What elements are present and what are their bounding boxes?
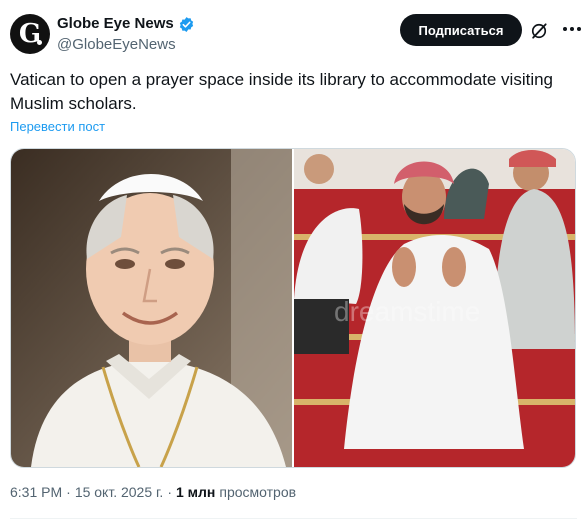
media-grid: dreamstime bbox=[10, 148, 576, 468]
post-text: Vatican to open a prayer space inside it… bbox=[10, 70, 554, 113]
subscribe-button[interactable]: Подписаться bbox=[400, 14, 522, 46]
svg-text:dreamstime: dreamstime bbox=[334, 296, 480, 327]
display-name[interactable]: Globe Eye News bbox=[57, 14, 174, 34]
divider bbox=[10, 518, 577, 519]
account-handle[interactable]: @GlobeEyeNews bbox=[57, 35, 195, 55]
post-header: G Globe Eye News @GlobeEyeNews Подписать… bbox=[10, 12, 581, 58]
prayer-photo[interactable]: dreamstime bbox=[294, 149, 575, 467]
grok-icon[interactable] bbox=[529, 21, 549, 41]
portrait-photo[interactable] bbox=[11, 149, 292, 467]
more-icon[interactable] bbox=[563, 27, 583, 33]
views-count: 1 млн bbox=[175, 484, 216, 500]
post-time[interactable]: 6:31 PM bbox=[10, 484, 62, 500]
post-date[interactable]: 15 окт. 2025 г. bbox=[75, 484, 164, 500]
account-names: Globe Eye News @GlobeEyeNews bbox=[57, 14, 195, 55]
meta-separator: · bbox=[66, 484, 71, 500]
translate-post-link[interactable]: Перевести пост bbox=[10, 119, 105, 134]
avatar-dot-icon bbox=[37, 40, 42, 45]
post-meta: 6:31 PM · 15 окт. 2025 г. · 1 млн просмо… bbox=[10, 484, 296, 500]
meta-separator: · bbox=[167, 484, 172, 500]
avatar[interactable]: G bbox=[10, 14, 50, 54]
verified-badge-icon[interactable] bbox=[178, 16, 195, 33]
views-label: просмотров bbox=[219, 484, 297, 500]
display-name-row: Globe Eye News bbox=[57, 14, 195, 34]
